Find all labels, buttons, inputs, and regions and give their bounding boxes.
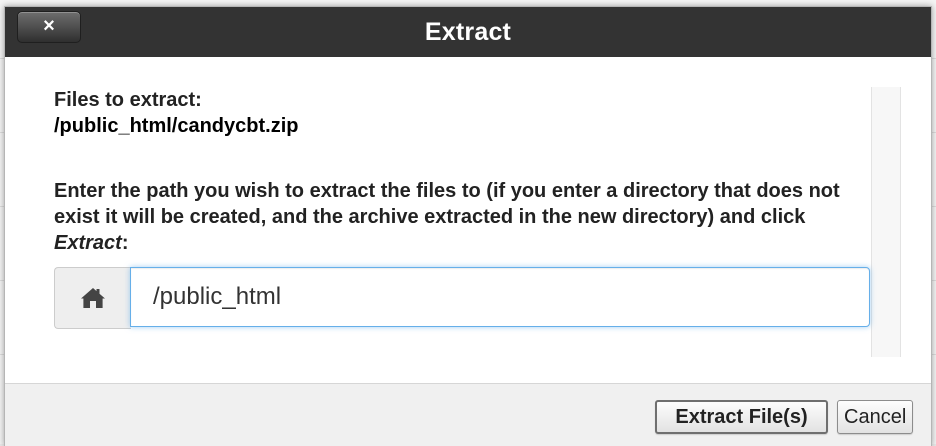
extract-path-input[interactable] xyxy=(130,267,870,327)
instructions-text: Enter the path you wish to extract the f… xyxy=(54,180,840,228)
instructions-action-word: Extract xyxy=(54,232,122,254)
files-to-extract-label: Files to extract: xyxy=(54,89,202,111)
dialog-footer: Extract File(s) Cancel xyxy=(5,383,931,446)
extract-files-button[interactable]: Extract File(s) xyxy=(655,400,828,434)
content-scrollbar[interactable] xyxy=(871,87,901,357)
home-addon xyxy=(54,267,131,329)
archive-file-path: /public_html/candycbt.zip xyxy=(54,115,299,137)
home-icon xyxy=(81,288,105,308)
cancel-button[interactable]: Cancel xyxy=(837,400,913,434)
extract-path-group xyxy=(54,267,872,329)
dialog-title: Extract xyxy=(424,18,512,46)
instructions-colon: : xyxy=(121,232,129,254)
dialog-titlebar: × Extract xyxy=(5,7,931,57)
extract-dialog: × Extract Files to extract: /public_html… xyxy=(4,6,932,446)
dialog-content: Files to extract: /public_html/candycbt.… xyxy=(5,57,931,383)
extract-instructions: Enter the path you wish to extract the f… xyxy=(54,178,854,256)
